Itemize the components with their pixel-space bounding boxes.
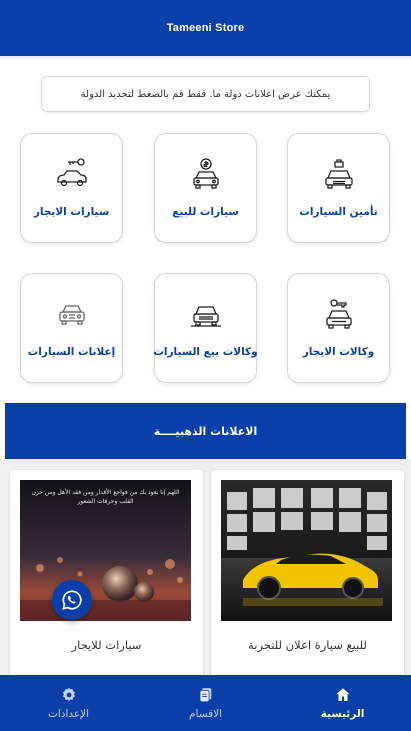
nav-settings[interactable]: الإعدادات: [0, 675, 137, 731]
ad-card[interactable]: اللهم إنا نعوذ بك من فواجع الأقدار ومن ف…: [10, 470, 203, 710]
category-label: وكالات الايجار: [302, 346, 375, 358]
category-label: إعلانات السيارات: [27, 346, 116, 358]
ads-list: للبيع سيارة اعلان للتجربة اللهم إنا نعوذ…: [0, 459, 411, 710]
category-rental-cars[interactable]: سيارات الايجار: [20, 133, 123, 243]
ad-card[interactable]: للبيع سيارة اعلان للتجربة: [211, 470, 404, 710]
car-rent-key-icon: [56, 158, 87, 187]
category-label: وكالات بيع السيارات: [153, 346, 258, 358]
country-select-notice[interactable]: يمكنك عرض اعلانات دولة ما. فقط قم بالضغط…: [41, 76, 370, 112]
header-shadow: [0, 56, 411, 60]
category-label: سيارات الايجار: [33, 206, 110, 218]
bottom-navigation: الرئيسية الاقسام الإعدادات: [0, 675, 411, 731]
app-header: Tameeni Store: [0, 0, 411, 56]
nav-home-label: الرئيسية: [320, 708, 365, 720]
ad-image-caption: اللهم إنا نعوذ بك من فواجع الأقدار ومن ف…: [31, 489, 180, 505]
nav-settings-label: الإعدادات: [47, 708, 90, 720]
nav-home[interactable]: الرئيسية: [274, 675, 411, 731]
glass-ball-bokeh-image: اللهم إنا نعوذ بك من فواجع الأقدار ومن ف…: [20, 480, 191, 621]
settings-gear-icon: [62, 687, 75, 702]
ad-title: سيارات للايجار: [71, 638, 142, 652]
gold-ads-title: الاعلانات الذهبيــــة: [153, 424, 258, 438]
category-cars-for-sale[interactable]: سيارات للبيع: [154, 133, 257, 243]
car-ads-icon: [58, 305, 85, 325]
yellow-sports-car-image: [221, 480, 392, 621]
category-car-ads[interactable]: إعلانات السيارات: [20, 273, 123, 383]
nav-sections-label: الاقسام: [189, 708, 222, 720]
app-title: Tameeni Store: [166, 22, 245, 34]
car-insurance-icon: [324, 159, 353, 189]
ad-title: للبيع سيارة اعلان للتجربة: [248, 638, 367, 652]
rental-agency-icon: [325, 299, 352, 329]
category-car-dealers[interactable]: وكالات بيع السيارات: [153, 273, 258, 383]
car-sale-icon: [192, 158, 219, 189]
home-icon: [335, 688, 350, 701]
sections-icon: [199, 688, 211, 703]
gold-ads-banner: الاعلانات الذهبيــــة: [5, 403, 406, 459]
category-car-insurance[interactable]: تأمين السيارات: [287, 133, 390, 243]
car-dealer-icon: [190, 306, 221, 327]
category-label: تأمين السيارات: [299, 206, 378, 218]
category-label: سيارات للبيع: [172, 206, 239, 218]
whatsapp-icon: [62, 590, 82, 610]
nav-sections[interactable]: الاقسام: [137, 675, 274, 731]
category-rental-agencies[interactable]: وكالات الايجار: [287, 273, 390, 383]
whatsapp-button[interactable]: [52, 580, 92, 620]
